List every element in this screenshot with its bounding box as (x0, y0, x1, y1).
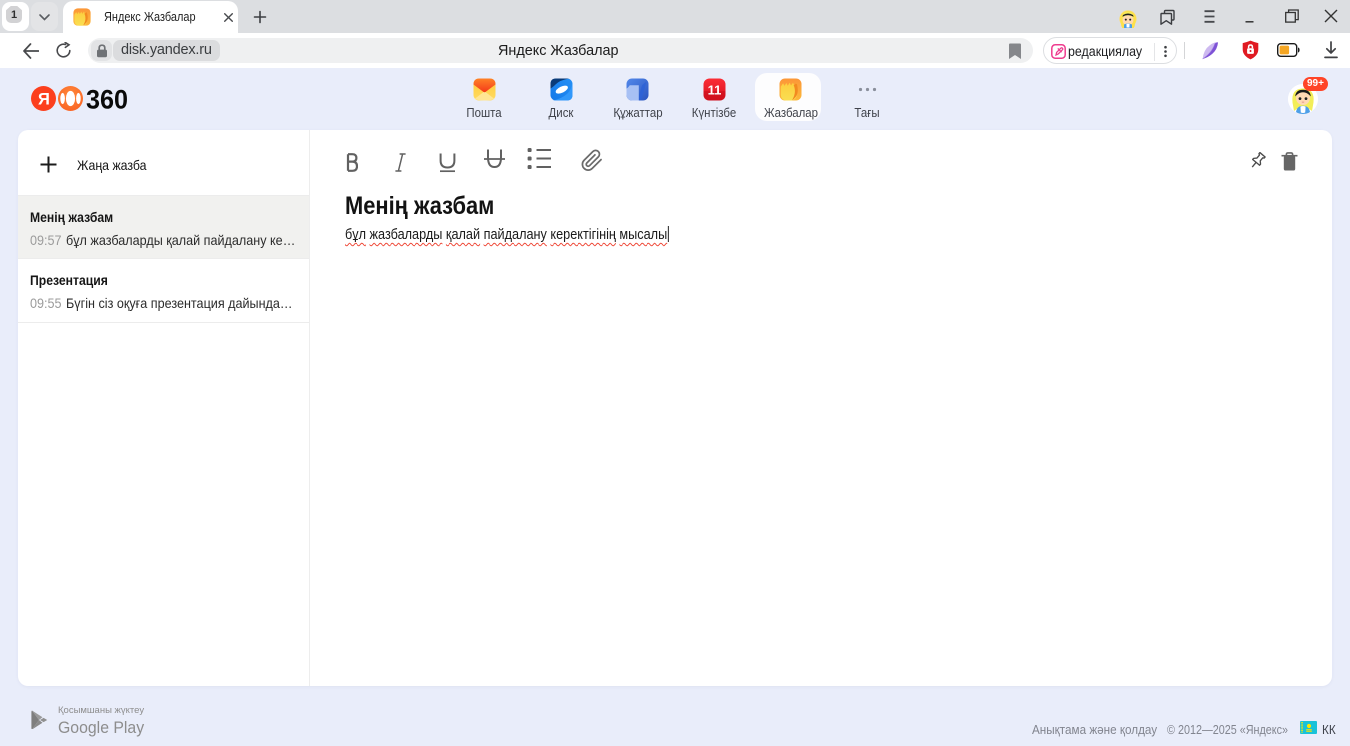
svg-text:11: 11 (707, 82, 721, 97)
